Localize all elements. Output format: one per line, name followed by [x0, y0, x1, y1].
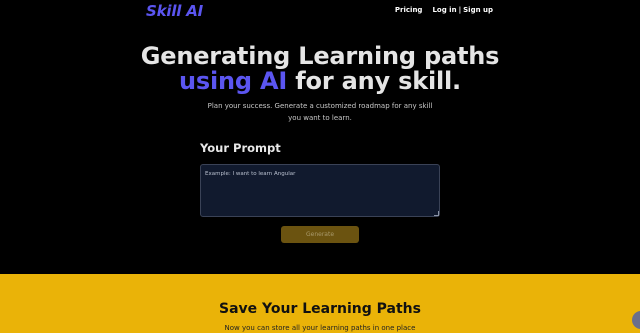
- save-section-subtitle: Now you can store all your learning path…: [224, 324, 416, 332]
- prompt-textarea[interactable]: [200, 164, 440, 217]
- generate-button[interactable]: Generate: [281, 226, 359, 243]
- nav-signup-link[interactable]: Sign up: [463, 6, 493, 15]
- brand-logo[interactable]: Skill AI: [146, 2, 203, 20]
- resize-handle-icon[interactable]: [434, 211, 439, 216]
- hero-title-accent: using AI: [179, 67, 288, 95]
- nav-login-link[interactable]: Log in: [432, 6, 456, 15]
- page: Skill AI Pricing Log in | Sign up Genera…: [0, 0, 640, 333]
- nav-pricing-link[interactable]: Pricing: [395, 6, 423, 15]
- save-section-title: Save Your Learning Paths: [219, 301, 421, 317]
- prompt-label: Your Prompt: [200, 141, 281, 155]
- nav-links: Pricing Log in | Sign up: [395, 6, 493, 15]
- hero-subtitle: Plan your success. Generate a customized…: [207, 102, 433, 122]
- hero-title-line1: Generating Learning paths: [140, 42, 500, 70]
- hero-title-rest: for any skill.: [287, 67, 461, 95]
- hero-title-line2: using AI for any skill.: [0, 68, 640, 94]
- auth-links: Log in | Sign up: [432, 6, 493, 15]
- navbar: Skill AI Pricing Log in | Sign up: [0, 0, 640, 24]
- nav-separator: |: [458, 6, 462, 14]
- save-paths-section: Save Your Learning Paths Now you can sto…: [0, 274, 640, 333]
